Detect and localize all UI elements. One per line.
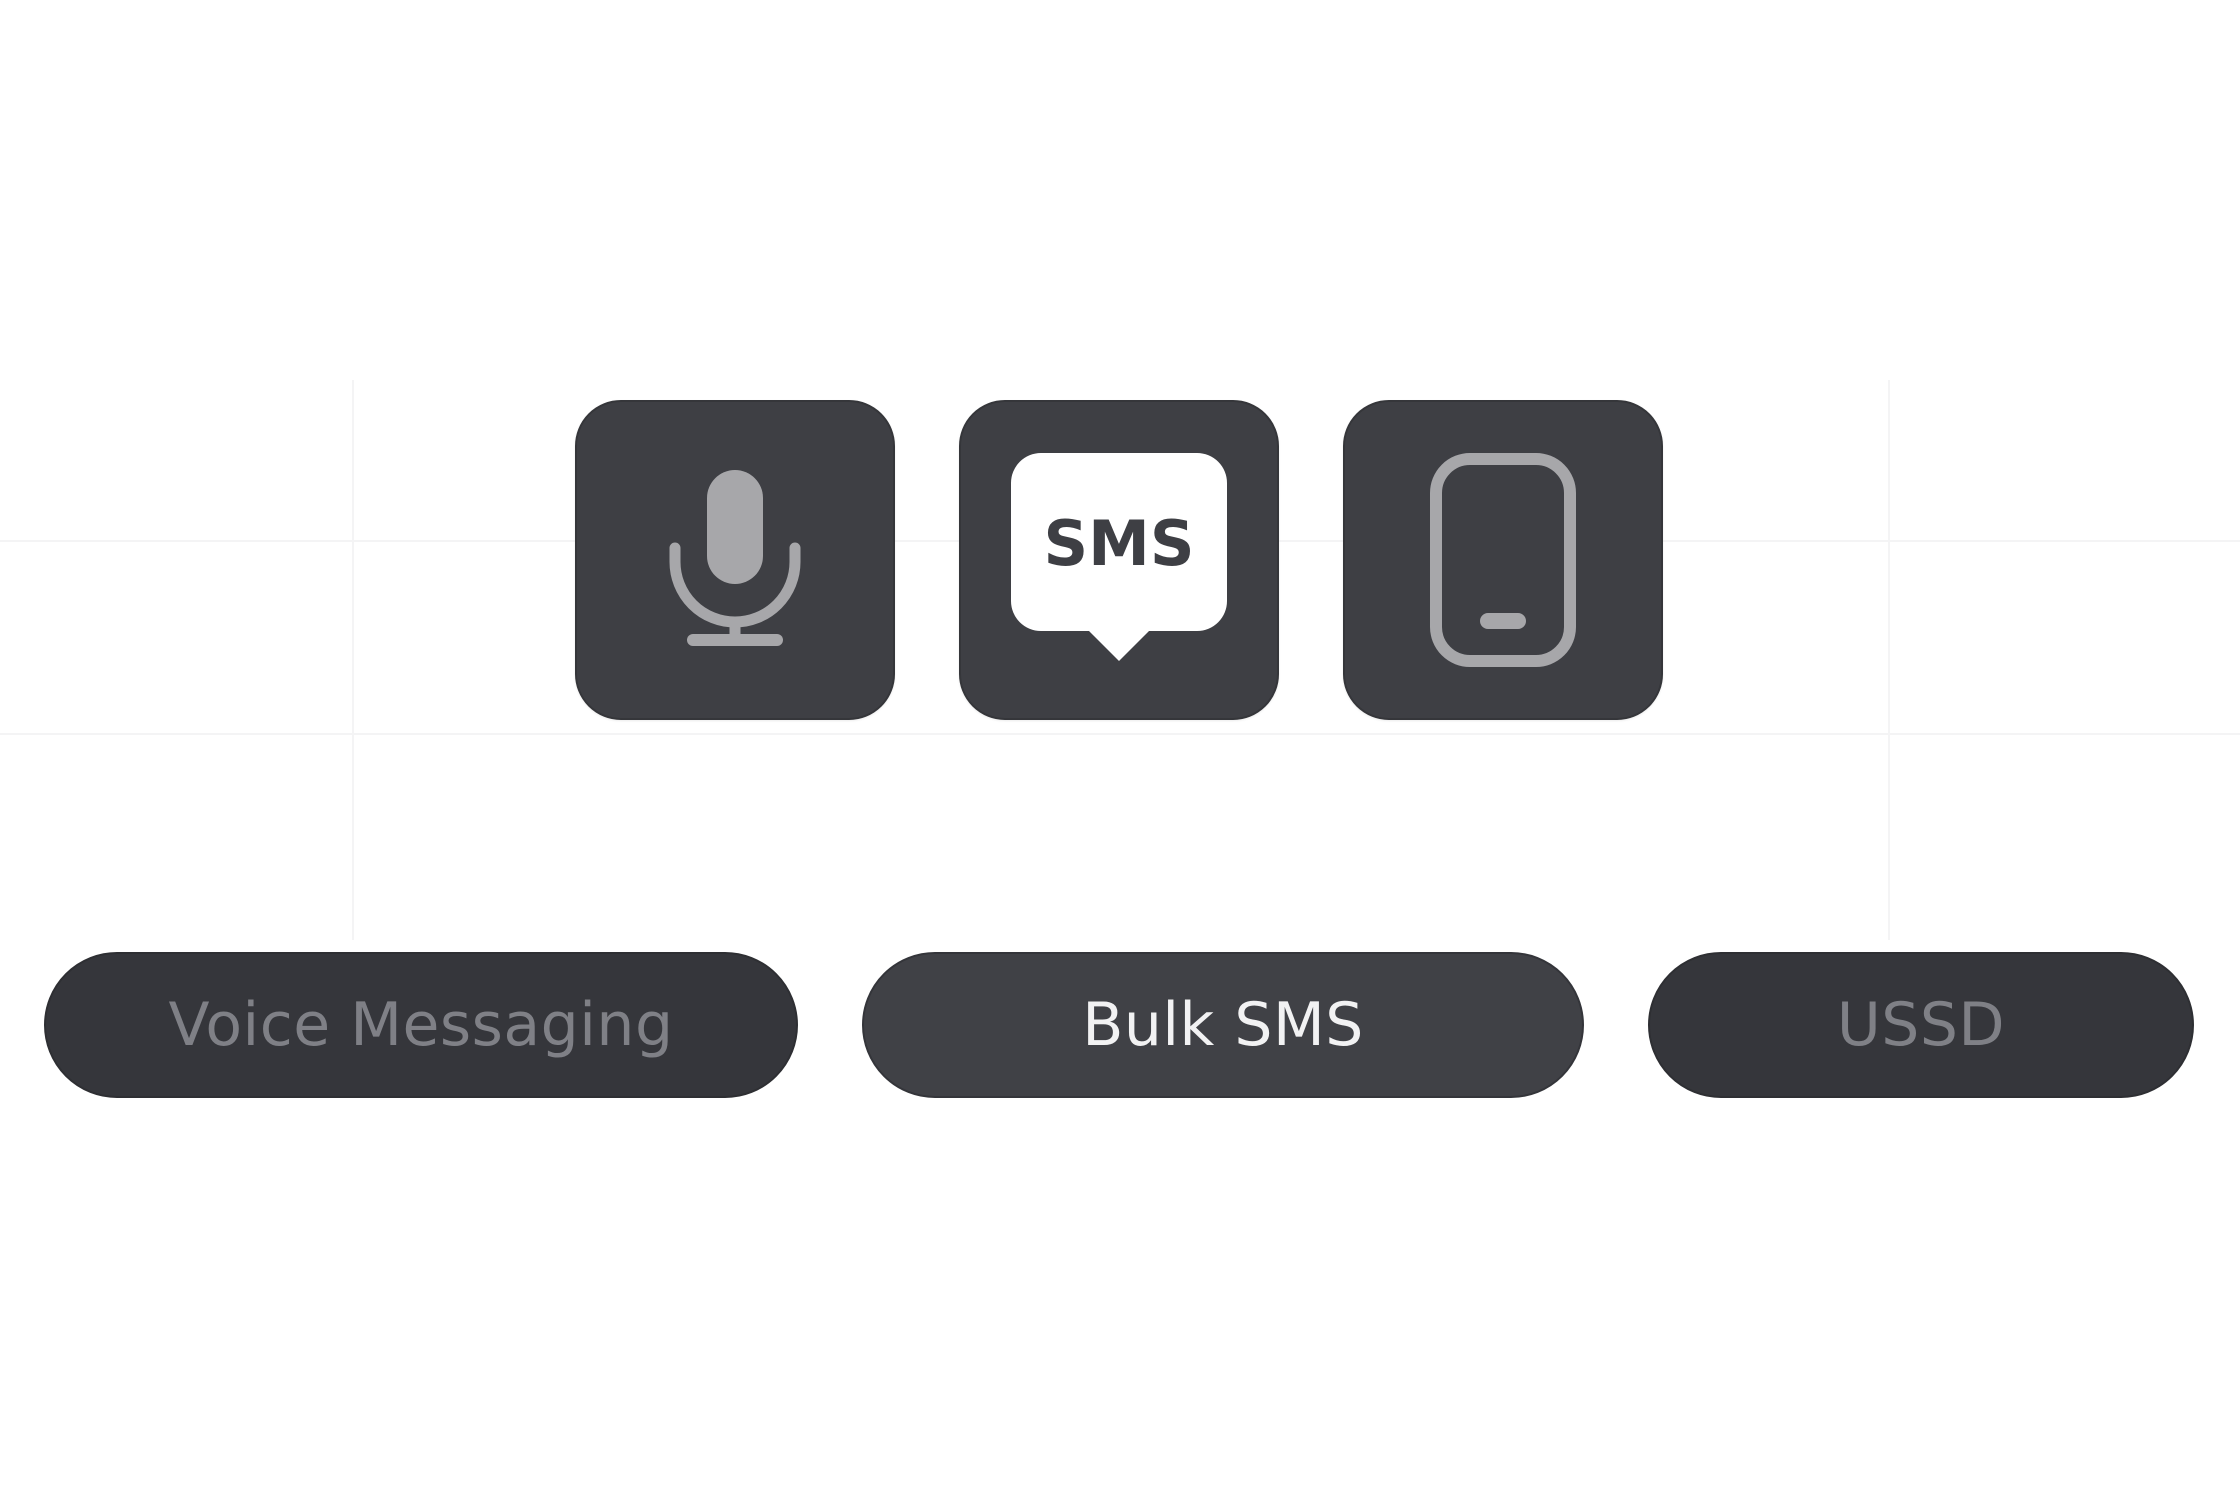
sms-bubble-label: SMS bbox=[1043, 507, 1194, 580]
guide-line bbox=[0, 733, 2240, 735]
guide-line bbox=[1888, 380, 1890, 940]
channel-icon-row: SMS bbox=[575, 400, 1663, 720]
tab-bulk-sms-label: Bulk SMS bbox=[1082, 990, 1364, 1060]
guide-line bbox=[352, 380, 354, 940]
tab-ussd[interactable]: USSD bbox=[1648, 952, 2194, 1098]
ussd-channel-tile[interactable] bbox=[1343, 400, 1663, 720]
mobile-phone-icon bbox=[1430, 453, 1576, 667]
sms-bubble-icon: SMS bbox=[1011, 453, 1227, 661]
tab-ussd-label: USSD bbox=[1836, 990, 2006, 1060]
tab-voice-messaging[interactable]: Voice Messaging bbox=[44, 952, 798, 1098]
tab-voice-messaging-label: Voice Messaging bbox=[168, 990, 674, 1060]
channel-selector: SMS Voice Messaging Bulk SMS USSD bbox=[0, 0, 2240, 1488]
tab-bulk-sms[interactable]: Bulk SMS bbox=[862, 952, 1584, 1098]
sms-channel-tile[interactable]: SMS bbox=[959, 400, 1279, 720]
voice-channel-tile[interactable] bbox=[575, 400, 895, 720]
microphone-icon bbox=[669, 470, 801, 646]
